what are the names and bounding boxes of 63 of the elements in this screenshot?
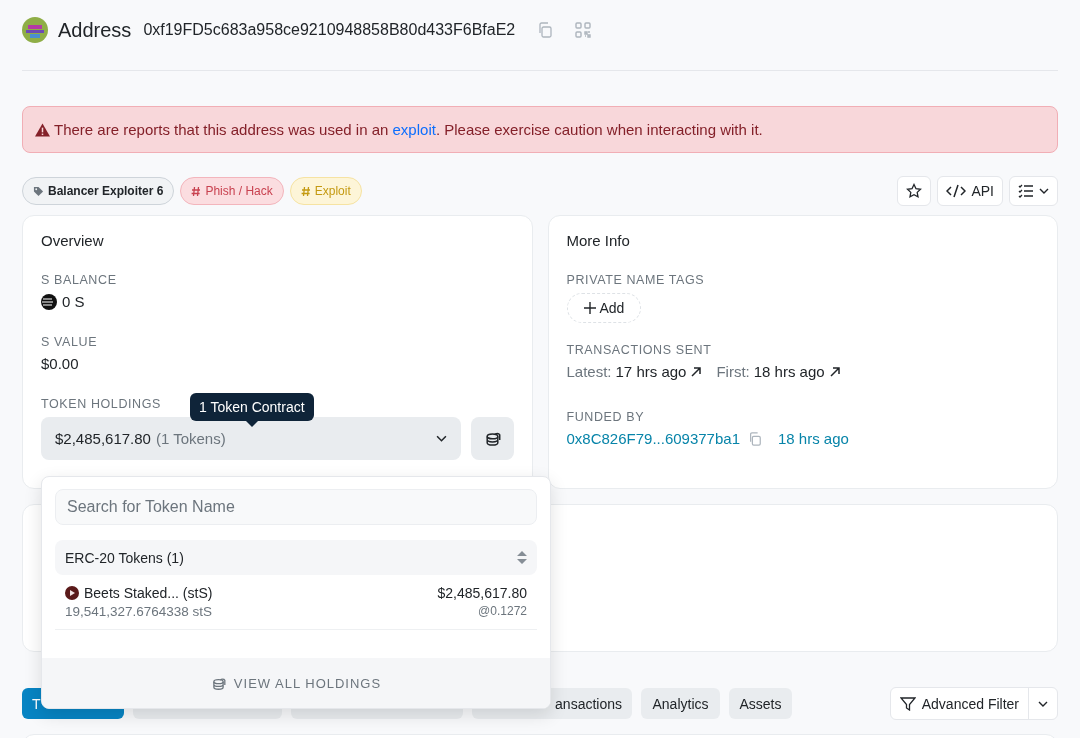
code-icon bbox=[946, 184, 967, 198]
tag-badge[interactable]: Balancer Exploiter 6 bbox=[22, 177, 175, 205]
arrow-up-right-icon bbox=[690, 365, 703, 378]
chevron-down-icon bbox=[1039, 188, 1049, 194]
warning-message: There are reports that this address was used in an exploit. Please exercise caution when interacting with it. bbox=[54, 121, 763, 138]
field-label: FUNDED BY bbox=[566, 410, 645, 424]
chevron-down-icon bbox=[1038, 700, 1048, 707]
token-search-field[interactable]: Search for Token Name bbox=[55, 489, 537, 525]
token-holdings-dropdown[interactable]: $2,485,617.80 (1 Tokens) bbox=[41, 417, 461, 460]
field-label: S BALANCE bbox=[41, 273, 117, 287]
funder-address-link[interactable]: 0x8C826F79...609377ba1 bbox=[566, 430, 740, 447]
copy-icon[interactable] bbox=[537, 22, 554, 38]
arrow-up-right-icon bbox=[828, 365, 841, 378]
warning-icon bbox=[35, 122, 50, 137]
hash-icon bbox=[191, 185, 202, 197]
value-amount: $0.00 bbox=[41, 355, 79, 372]
token-amount: 19,541,327.6764338 stS bbox=[65, 604, 213, 619]
token-item[interactable]: Beets Staked... (stS) 19,541,327.6764338 stS $2,485,617.80 @0.1272 bbox=[55, 575, 537, 630]
api-button[interactable]: API bbox=[937, 176, 1003, 206]
funding-time-link[interactable]: 18 hrs ago bbox=[778, 430, 849, 447]
tab[interactable]: Analytics bbox=[641, 688, 720, 719]
favorite-button[interactable] bbox=[897, 176, 932, 206]
star-icon bbox=[906, 183, 923, 199]
latest-tx-link[interactable]: 17 hrs ago bbox=[615, 363, 687, 380]
coins-icon bbox=[483, 431, 501, 446]
hash-icon bbox=[300, 185, 311, 197]
checklist-icon bbox=[1018, 184, 1034, 198]
token-logo-icon bbox=[65, 586, 79, 600]
avatar-icon bbox=[22, 17, 48, 43]
list-options-button[interactable] bbox=[1009, 176, 1058, 206]
field-label: PRIVATE NAME TAGS bbox=[566, 273, 705, 287]
copy-icon[interactable] bbox=[748, 431, 762, 446]
group-title: ERC-20 Tokens (1) bbox=[65, 549, 184, 566]
token-group-header[interactable]: ERC-20 Tokens (1) bbox=[55, 540, 537, 575]
chevron-down-icon bbox=[435, 435, 447, 442]
field-label: TOKEN HOLDINGS bbox=[41, 397, 161, 411]
latest-label: Latest: bbox=[566, 363, 612, 380]
first-tx-link[interactable]: 18 hrs ago bbox=[753, 363, 825, 380]
tag-badge[interactable]: Phish / Hack bbox=[180, 177, 284, 205]
plus-icon bbox=[583, 302, 596, 314]
card-title: More Info bbox=[566, 232, 631, 249]
tag-icon bbox=[33, 185, 44, 197]
balance-value: 0 S bbox=[62, 293, 85, 310]
tooltip: 1 Token Contract bbox=[190, 393, 314, 421]
field-label: S VALUE bbox=[41, 335, 98, 349]
sonic-logo-icon bbox=[41, 293, 57, 310]
page-title: Address bbox=[58, 18, 132, 42]
token-name: Beets Staked... (stS) bbox=[84, 585, 213, 601]
sort-icon bbox=[517, 551, 527, 564]
tooltip-arrow bbox=[246, 421, 258, 427]
token-price: @0.1272 bbox=[478, 604, 527, 618]
tab[interactable]: Assets bbox=[729, 688, 792, 719]
field-label: TRANSACTIONS SENT bbox=[566, 343, 712, 357]
token-holdings-button[interactable] bbox=[470, 417, 514, 460]
card-title: Overview bbox=[41, 232, 105, 249]
view-all-holdings-button[interactable]: VIEW ALL HOLDINGS bbox=[42, 658, 550, 708]
add-tag-button[interactable]: Add bbox=[566, 293, 642, 323]
qr-code-icon[interactable] bbox=[575, 22, 592, 38]
coins-icon bbox=[210, 676, 226, 690]
address-hash: 0xf19FD5c683a958ce9210948858B80d433F6BfaE2 bbox=[143, 21, 516, 39]
token-value: $2,485,617.80 bbox=[437, 585, 527, 601]
filter-icon bbox=[899, 696, 916, 711]
first-label: First: bbox=[716, 363, 750, 380]
